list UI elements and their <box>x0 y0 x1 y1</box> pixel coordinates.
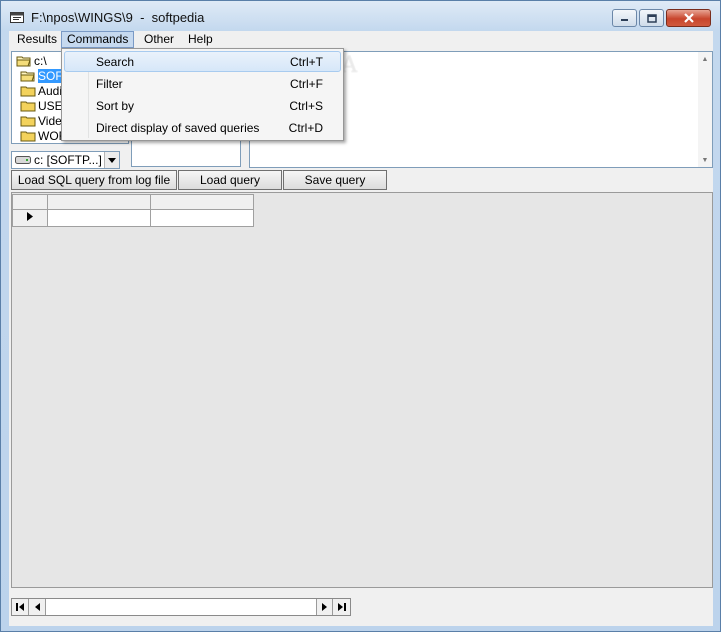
menu-item-label: Sort by <box>96 98 135 113</box>
menu-other[interactable]: Other <box>138 31 180 48</box>
menu-item-filter[interactable]: Filter Ctrl+F <box>64 73 341 94</box>
next-record-icon[interactable] <box>316 599 333 615</box>
tree-item-label: c:\ <box>34 53 47 68</box>
row-indicator <box>12 209 48 227</box>
load-query-button[interactable]: Load query <box>178 170 282 190</box>
folder-icon <box>20 101 36 111</box>
tree-item[interactable]: USE <box>20 98 63 113</box>
tree-item[interactable]: WOF <box>20 128 66 143</box>
tree-item[interactable]: Vide <box>20 113 62 128</box>
folder-icon <box>20 131 36 141</box>
chevron-down-icon[interactable] <box>104 152 119 168</box>
grid-table <box>12 194 254 227</box>
record-navigator <box>11 598 351 616</box>
drive-icon <box>15 156 31 164</box>
tree-item-label: Vide <box>38 113 62 128</box>
menu-results[interactable]: Results <box>11 31 63 48</box>
table-row[interactable] <box>12 209 254 227</box>
maximize-icon[interactable] <box>639 9 664 27</box>
menu-item-label: Direct display of saved queries <box>96 120 260 135</box>
menu-item-direct-display[interactable]: Direct display of saved queries Ctrl+D <box>64 117 341 138</box>
app-icon <box>10 12 24 23</box>
minimize-icon[interactable] <box>612 9 637 27</box>
menu-commands[interactable]: Commands <box>61 31 135 48</box>
grid-header-cell[interactable] <box>47 194 151 210</box>
menu-item-shortcut: Ctrl+D <box>288 120 323 135</box>
first-record-icon[interactable] <box>12 599 29 615</box>
query-button-bar: Load SQL query from log file Load query … <box>9 170 713 190</box>
window-title: F:\npos\WINGS\9 - softpedia <box>31 10 205 25</box>
main-window: F:\npos\WINGS\9 - softpedia Results Comm… <box>0 0 721 632</box>
menu-item-search[interactable]: Search Ctrl+T <box>64 51 341 72</box>
drive-select[interactable]: c: [SOFTP...] <box>11 151 120 169</box>
vertical-scrollbar[interactable]: ▲ ▼ <box>698 52 712 167</box>
current-row-icon <box>27 212 33 221</box>
window-controls <box>610 9 711 27</box>
menu-item-label: Filter <box>96 76 123 91</box>
grid-header-row <box>12 194 254 210</box>
results-grid[interactable] <box>11 192 713 588</box>
scroll-up-icon[interactable]: ▲ <box>698 52 712 66</box>
grid-header-cell[interactable] <box>150 194 254 210</box>
menu-item-shortcut: Ctrl+S <box>289 98 323 113</box>
menu-bar: Results Commands Other Help <box>9 31 713 49</box>
folder-icon <box>20 116 36 126</box>
commands-dropdown-menu: Search Ctrl+T Filter Ctrl+F Sort by Ctrl… <box>61 48 344 141</box>
tree-item-label: Audi <box>38 83 63 98</box>
menu-item-label: Search <box>96 54 135 69</box>
open-folder-icon <box>20 71 35 81</box>
menu-item-shortcut: Ctrl+F <box>290 76 323 91</box>
scroll-down-icon[interactable]: ▼ <box>698 153 712 167</box>
tree-item[interactable]: Audi <box>20 83 62 98</box>
navigator-track[interactable] <box>46 599 316 615</box>
menu-item-shortcut: Ctrl+T <box>290 54 323 69</box>
last-record-icon[interactable] <box>333 599 350 615</box>
load-sql-log-button[interactable]: Load SQL query from log file <box>11 170 177 190</box>
title-bar[interactable]: F:\npos\WINGS\9 - softpedia <box>1 1 720 31</box>
open-folder-icon <box>16 56 31 66</box>
prior-record-icon[interactable] <box>29 599 46 615</box>
grid-cell[interactable] <box>47 209 151 227</box>
save-query-button[interactable]: Save query <box>283 170 387 190</box>
folder-icon <box>20 86 36 96</box>
menu-help[interactable]: Help <box>182 31 219 48</box>
grid-header-indicator <box>12 194 48 210</box>
close-icon[interactable] <box>666 9 711 27</box>
menu-item-sort-by[interactable]: Sort by Ctrl+S <box>64 95 341 116</box>
tree-item-label: USE <box>38 98 63 113</box>
drive-select-value: c: [SOFTP...] <box>34 153 102 167</box>
grid-cell[interactable] <box>150 209 254 227</box>
tree-item-root[interactable]: c:\ <box>16 53 47 68</box>
